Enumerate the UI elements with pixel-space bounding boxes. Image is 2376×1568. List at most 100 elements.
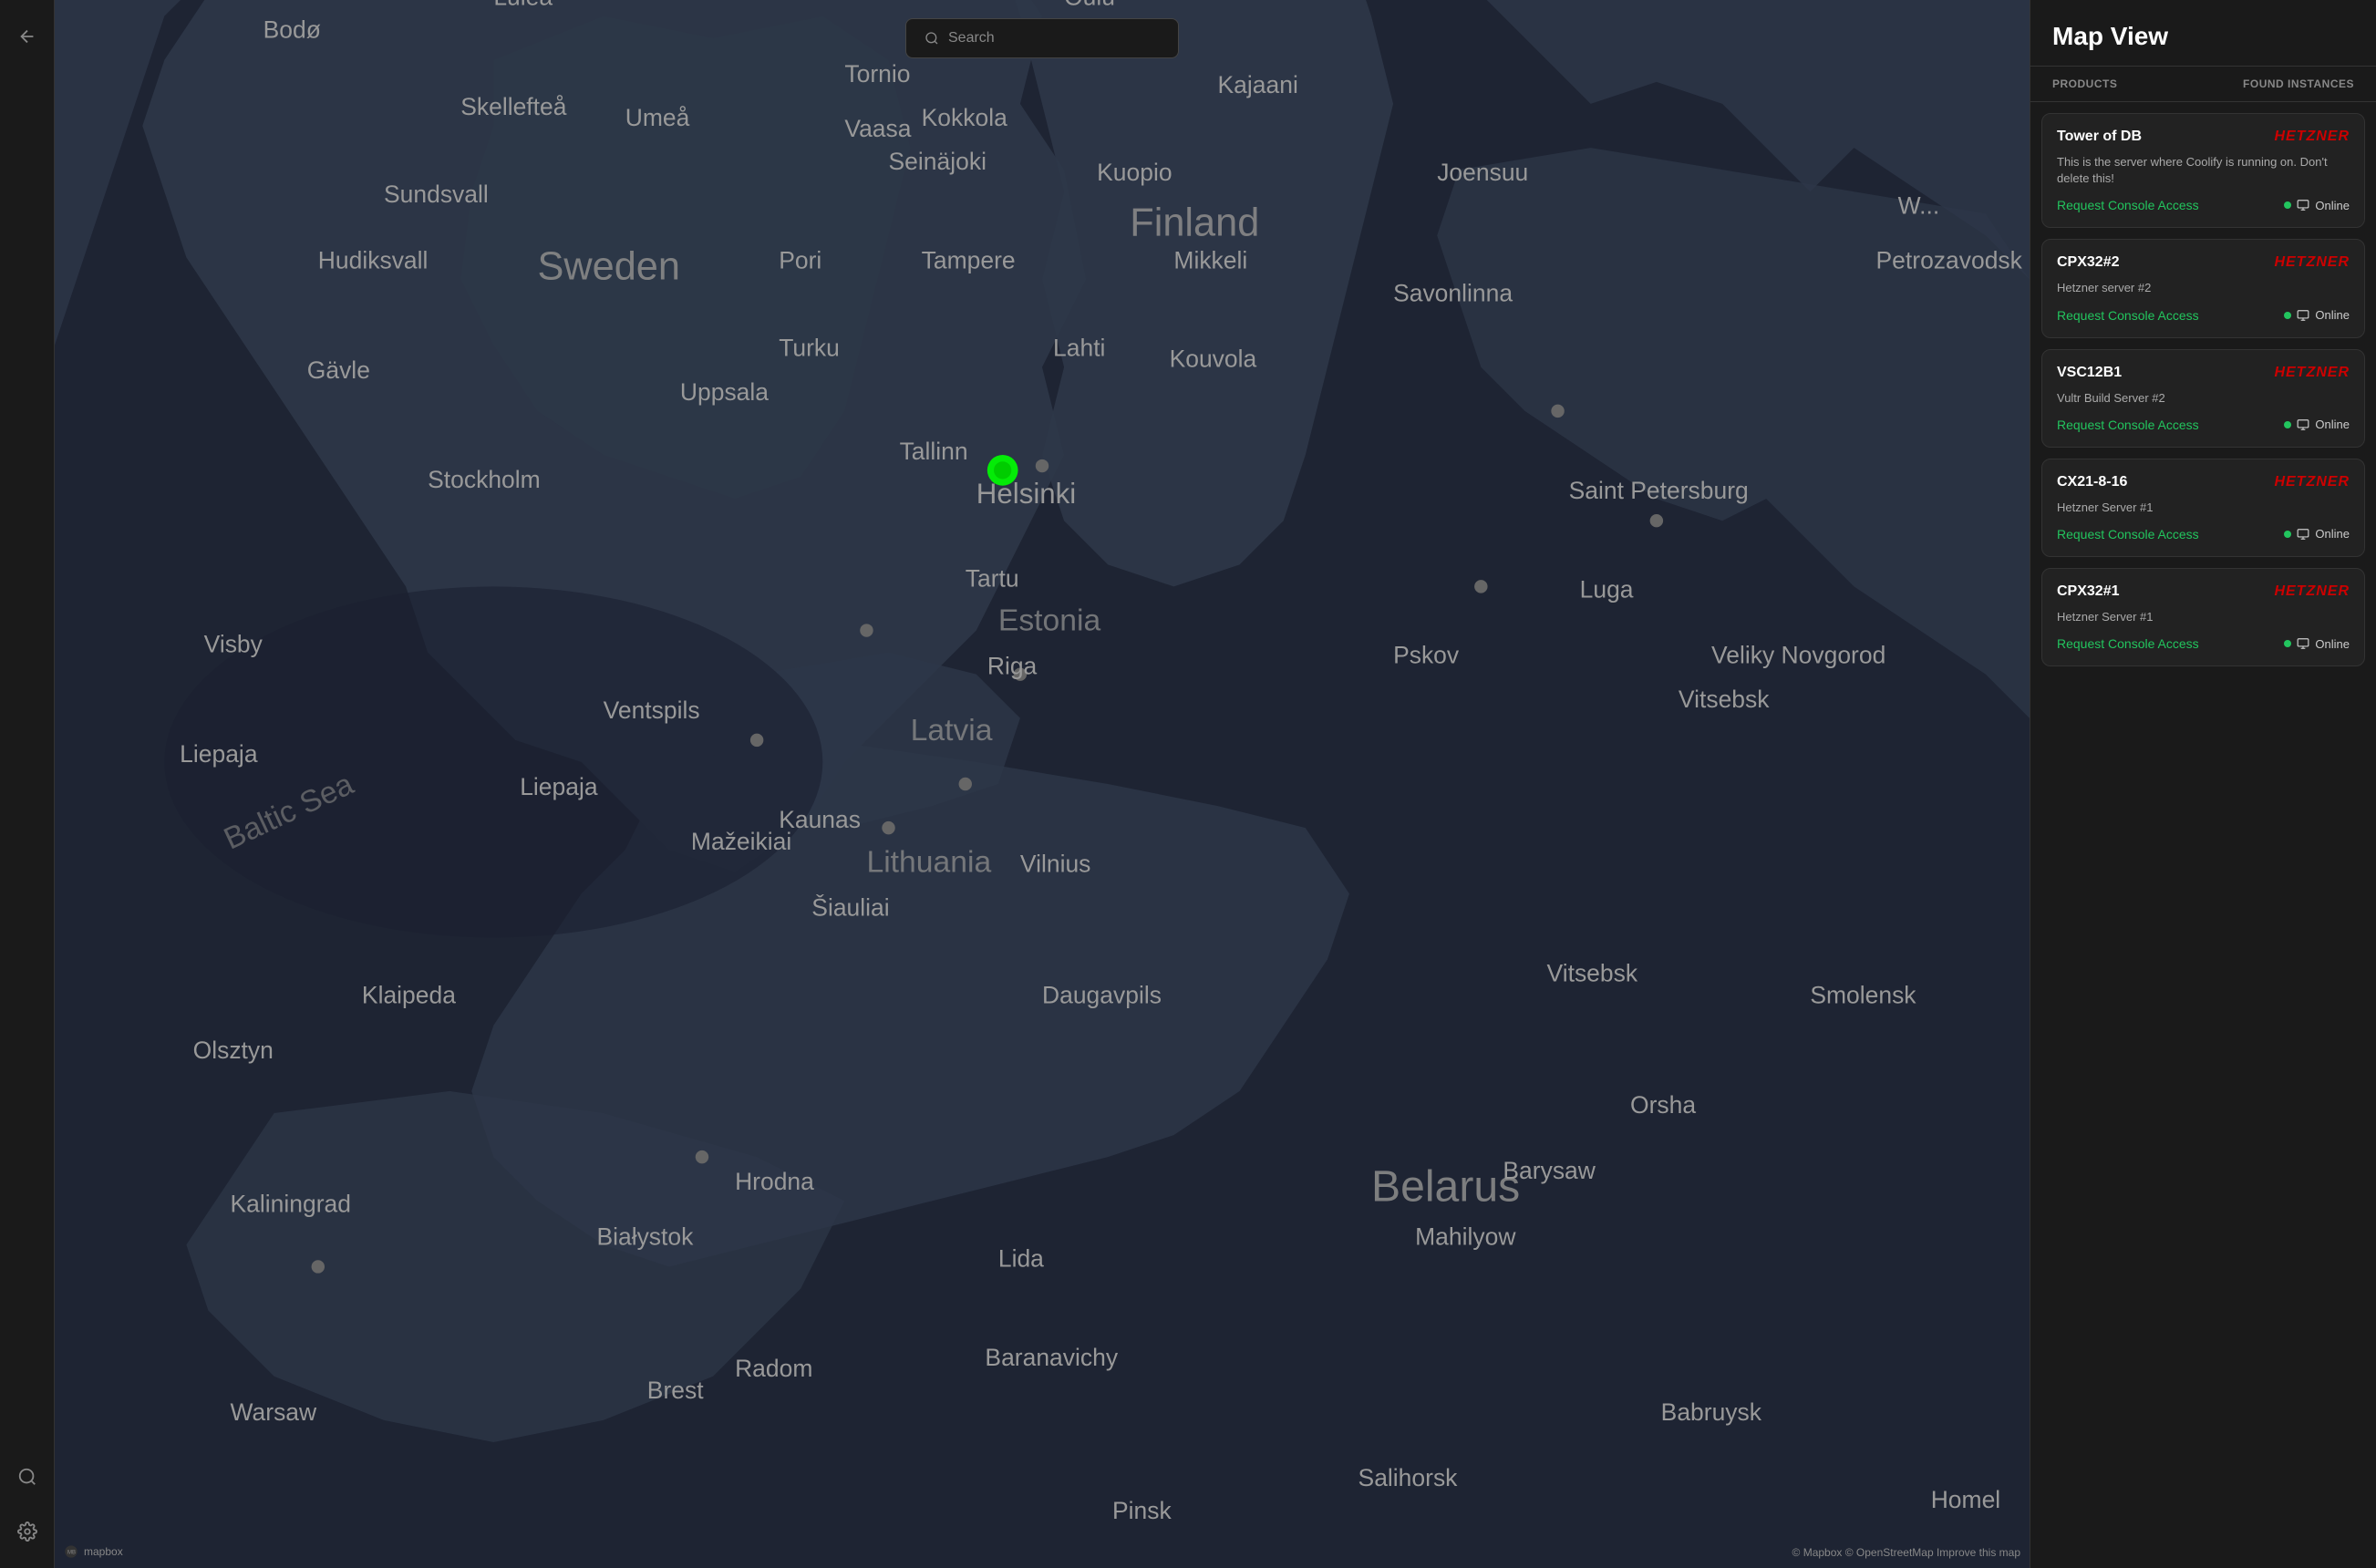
svg-text:Belarus: Belarus [1371, 1161, 1520, 1211]
svg-text:Savonlinna: Savonlinna [1393, 280, 1513, 307]
svg-text:Baranavichy: Baranavichy [985, 1344, 1118, 1371]
console-access-link[interactable]: Request Console Access [2057, 636, 2199, 651]
found-instances-column-header: FOUND INSTANCES [2243, 77, 2354, 90]
server-card-footer: Request Console Access Online [2057, 418, 2350, 432]
map-background: Sweden Finland Estonia Latvia Lithuania … [55, 0, 2030, 1568]
svg-text:Pinsk: Pinsk [1112, 1497, 1172, 1524]
back-button[interactable] [9, 18, 46, 55]
svg-text:Lida: Lida [998, 1244, 1044, 1272]
search-placeholder: Search [948, 30, 995, 46]
products-column-header: PRODUCTS [2052, 77, 2117, 90]
search-sidebar-button[interactable] [9, 1459, 46, 1495]
monitor-icon [2297, 528, 2309, 541]
right-panel: Map View PRODUCTS FOUND INSTANCES Tower … [2030, 0, 2376, 1568]
server-card-header: CPX32#1 HETZNER [2057, 583, 2350, 600]
svg-text:Mažeikiai: Mažeikiai [691, 828, 791, 855]
server-list: Tower of DB HETZNER This is the server w… [2030, 102, 2376, 677]
server-card-footer: Request Console Access Online [2057, 198, 2350, 212]
svg-text:Oulu: Oulu [1064, 0, 1115, 11]
svg-text:Smolensk: Smolensk [1810, 982, 1916, 1009]
server-card-footer: Request Console Access Online [2057, 527, 2350, 542]
svg-text:Brest: Brest [647, 1377, 704, 1404]
svg-text:Pori: Pori [779, 246, 821, 273]
server-name: CPX32#2 [2057, 254, 2120, 271]
monitor-icon [2297, 637, 2309, 650]
svg-text:Klaipeda: Klaipeda [362, 982, 456, 1009]
svg-text:Hrodna: Hrodna [735, 1168, 814, 1195]
svg-text:Warsaw: Warsaw [231, 1398, 317, 1426]
svg-text:Olsztyn: Olsztyn [193, 1037, 274, 1064]
svg-text:Latvia: Latvia [911, 714, 993, 748]
server-card-cpx32-2: CPX32#2 HETZNER Hetzner server #2 Reques… [2041, 239, 2365, 337]
server-description: Hetzner Server #1 [2057, 500, 2350, 516]
svg-text:Barysaw: Barysaw [1503, 1157, 1596, 1184]
status-badge: Online [2284, 199, 2350, 212]
server-card-footer: Request Console Access Online [2057, 636, 2350, 651]
monitor-icon [2297, 199, 2309, 211]
map-search-bar[interactable]: Search [905, 18, 1179, 58]
svg-text:Seinäjoki: Seinäjoki [889, 148, 987, 175]
monitor-icon [2297, 418, 2309, 431]
status-badge: Online [2284, 418, 2350, 431]
status-badge: Online [2284, 637, 2350, 651]
svg-text:Vitsebsk: Vitsebsk [1679, 686, 1770, 713]
server-card-cpx32-1: CPX32#1 HETZNER Hetzner Server #1 Reques… [2041, 568, 2365, 666]
svg-text:Liepaja: Liepaja [520, 773, 598, 800]
server-name: CX21-8-16 [2057, 474, 2127, 490]
svg-text:Ventspils: Ventspils [604, 696, 700, 724]
svg-text:Kajaani: Kajaani [1218, 71, 1298, 98]
svg-text:Kokkola: Kokkola [922, 104, 1007, 131]
status-badge: Online [2284, 527, 2350, 541]
svg-text:Riga: Riga [987, 653, 1038, 680]
server-description: Vultr Build Server #2 [2057, 390, 2350, 407]
console-access-link[interactable]: Request Console Access [2057, 308, 2199, 323]
svg-text:Kuopio: Kuopio [1097, 159, 1172, 186]
svg-text:Šiauliai: Šiauliai [811, 893, 889, 921]
svg-text:Tartu: Tartu [966, 564, 1019, 592]
server-description: This is the server where Coolify is runn… [2057, 154, 2350, 187]
svg-text:Sundsvall: Sundsvall [384, 181, 489, 208]
svg-text:Białystok: Białystok [596, 1222, 694, 1250]
svg-text:Veliky Novgorod: Veliky Novgorod [1711, 642, 1885, 669]
server-card-tower-of-db: Tower of DB HETZNER This is the server w… [2041, 113, 2365, 228]
panel-columns: PRODUCTS FOUND INSTANCES [2030, 67, 2376, 102]
svg-text:Tornio: Tornio [844, 60, 910, 88]
map-container[interactable]: Sweden Finland Estonia Latvia Lithuania … [55, 0, 2030, 1568]
server-card-cx21-8-16: CX21-8-16 HETZNER Hetzner Server #1 Requ… [2041, 459, 2365, 557]
svg-text:Gävle: Gävle [307, 356, 370, 384]
settings-sidebar-button[interactable] [9, 1513, 46, 1550]
svg-text:Liepaja: Liepaja [180, 740, 258, 768]
server-card-header: Tower of DB HETZNER [2057, 129, 2350, 145]
server-card-vsc12b1: VSC12B1 HETZNER Vultr Build Server #2 Re… [2041, 349, 2365, 448]
svg-text:Mahilyow: Mahilyow [1415, 1222, 1516, 1250]
svg-text:Vilnius: Vilnius [1020, 850, 1091, 877]
svg-text:Helsinki: Helsinki [976, 478, 1076, 510]
mapbox-logo-icon: MB [64, 1544, 78, 1559]
server-card-header: CPX32#2 HETZNER [2057, 254, 2350, 271]
panel-title: Map View [2052, 22, 2354, 51]
svg-text:Turku: Turku [779, 335, 840, 362]
svg-text:Hudiksvall: Hudiksvall [318, 246, 429, 273]
monitor-icon [2297, 309, 2309, 322]
server-card-footer: Request Console Access Online [2057, 308, 2350, 323]
svg-text:Uppsala: Uppsala [680, 378, 769, 406]
svg-text:Petrozavodsk: Petrozavodsk [1876, 246, 2023, 273]
svg-text:Visby: Visby [204, 631, 263, 658]
svg-text:Daugavpils: Daugavpils [1042, 982, 1162, 1009]
console-access-link[interactable]: Request Console Access [2057, 198, 2199, 212]
svg-text:Tallinn: Tallinn [900, 438, 968, 465]
status-badge: Online [2284, 308, 2350, 322]
svg-text:Orsha: Orsha [1630, 1091, 1696, 1119]
search-icon [925, 31, 939, 46]
svg-text:Homel: Homel [1931, 1486, 2001, 1513]
console-access-link[interactable]: Request Console Access [2057, 527, 2199, 542]
svg-text:Finland: Finland [1130, 201, 1259, 244]
server-description: Hetzner server #2 [2057, 280, 2350, 296]
server-description: Hetzner Server #1 [2057, 609, 2350, 625]
svg-text:Salihorsk: Salihorsk [1358, 1464, 1459, 1491]
svg-text:Lithuania: Lithuania [866, 845, 991, 879]
svg-text:Luleå: Luleå [493, 0, 553, 11]
server-card-header: VSC12B1 HETZNER [2057, 365, 2350, 381]
svg-text:Kouvola: Kouvola [1170, 346, 1257, 373]
console-access-link[interactable]: Request Console Access [2057, 418, 2199, 432]
